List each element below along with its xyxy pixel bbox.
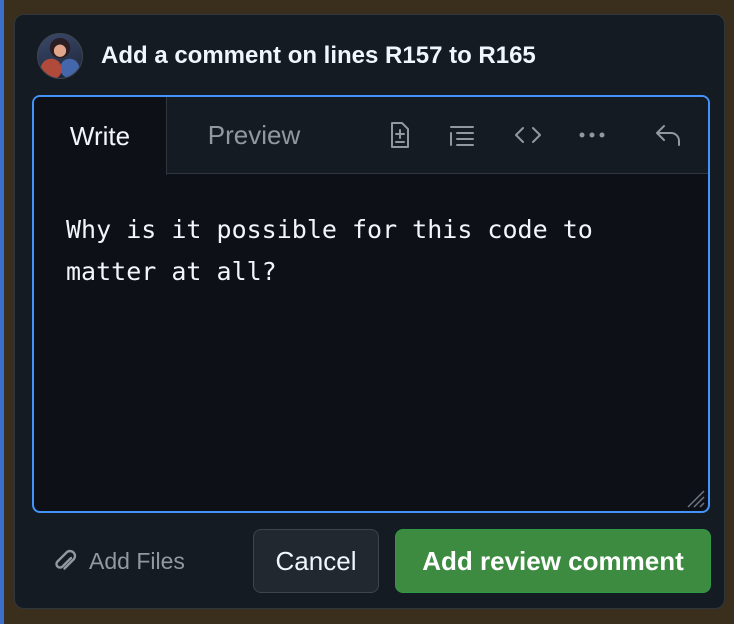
paperclip-icon xyxy=(55,549,77,570)
add-files-button[interactable]: Add Files xyxy=(51,544,185,578)
undo-button[interactable] xyxy=(650,117,686,153)
editor-toolbar: Write Preview xyxy=(34,97,708,175)
comment-card: Add a comment on lines R157 to R165 Writ… xyxy=(14,14,725,609)
list-icon xyxy=(450,126,474,146)
more-button[interactable] xyxy=(574,117,610,153)
cancel-button[interactable]: Cancel xyxy=(253,529,379,593)
list-button[interactable] xyxy=(444,117,480,153)
avatar xyxy=(37,33,83,79)
header-title: Add a comment on lines R157 to R165 xyxy=(101,42,536,69)
tab-write[interactable]: Write xyxy=(34,97,167,175)
comment-textarea[interactable]: Why is it possible for this code to matt… xyxy=(66,209,676,293)
left-accent-bar xyxy=(0,0,4,624)
resize-handle-icon[interactable] xyxy=(683,486,705,508)
file-diff-icon xyxy=(391,122,409,148)
code-button[interactable] xyxy=(510,117,546,153)
code-icon xyxy=(515,127,541,143)
add-files-label: Add Files xyxy=(89,547,185,574)
comment-footer: Add Files Cancel Add review comment xyxy=(15,528,724,594)
comment-header: Add a comment on lines R157 to R165 xyxy=(37,33,536,79)
file-diff-button[interactable] xyxy=(381,117,417,153)
undo-icon xyxy=(656,125,680,146)
tab-preview[interactable]: Preview xyxy=(187,97,321,174)
more-icon xyxy=(579,132,605,138)
comment-editor: Write Preview Why is it possible for thi… xyxy=(32,95,710,513)
add-review-comment-button[interactable]: Add review comment xyxy=(395,529,711,593)
